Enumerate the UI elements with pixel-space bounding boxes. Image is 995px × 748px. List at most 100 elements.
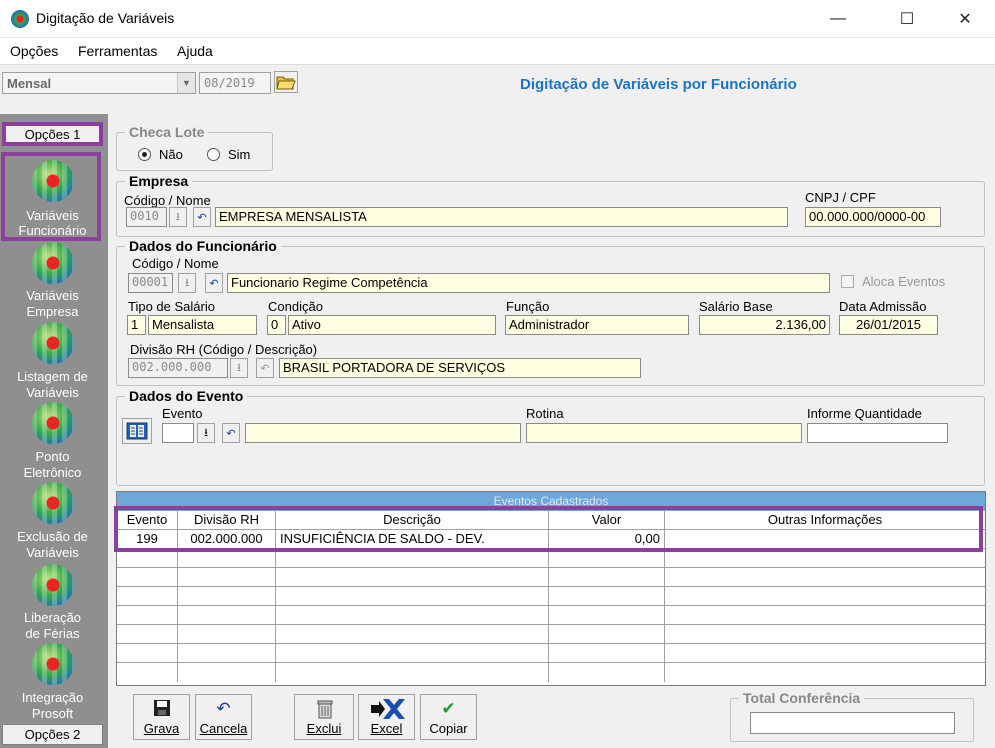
sidebar-item-exclusao-variaveis[interactable]: Exclusão de Variáveis [0,478,105,560]
excel-label: Excel [370,721,403,736]
lookup-button[interactable] [122,418,152,444]
total-conferencia-legend: Total Conferência [743,690,861,706]
radio-sim[interactable] [207,148,220,161]
grava-label: Grava [143,721,180,736]
maximize-button[interactable]: ☐ [884,0,930,38]
admissao-field[interactable]: 26/01/2015 [839,315,938,335]
sidebar-item-label: de Férias [25,626,80,641]
admissao-label: Data Admissão [839,299,927,314]
divisao-label: Divisão RH (Código / Descrição) [130,342,318,357]
condicao-field[interactable]: Ativo [288,315,496,335]
evento-label: Evento [162,406,203,421]
empresa-code-label: Código / Nome [124,193,211,208]
sidebar-item-label: Variáveis [26,545,79,560]
sidebar-item-label: Variáveis [26,208,79,223]
exclui-button[interactable]: Exclui [294,694,354,740]
cnpj-field[interactable]: 00.000.000/0000-00 [805,207,941,227]
aloca-eventos-label: Aloca Eventos [862,274,946,289]
chevron-down-icon[interactable]: ▼ [177,73,195,93]
globe-icon [32,402,74,444]
sidebar-item-label: Variáveis [26,288,79,303]
funcao-label: Função [506,299,550,314]
save-icon [154,700,170,716]
funcionario-code-label: Código / Nome [132,256,219,271]
globe-icon [32,322,74,364]
quantidade-label: Informe Quantidade [807,406,922,421]
copiar-label: Copiar [429,721,468,736]
cancela-button[interactable]: ↶ Cancela [195,694,252,740]
sidebar-item-label: Ponto [35,449,70,464]
app-icon [11,10,29,28]
menu-ferramentas[interactable]: Ferramentas [78,43,157,59]
menu-opcoes[interactable]: Opções [10,43,58,59]
sidebar-item-listagem-variaveis[interactable]: Listagem de Variáveis [0,318,105,400]
sidebar-item-liberacao-ferias[interactable]: Liberação de Férias [0,560,105,641]
options-2-tab[interactable]: Opções 2 [2,724,103,745]
sidebar-item-label: Exclusão de [17,529,88,544]
download-icon[interactable]: ⭳ [197,423,215,443]
empresa-legend: Empresa [129,173,189,189]
condicao-code[interactable]: 0 [267,315,286,335]
exclui-label: Exclui [306,721,342,736]
evento-code-field[interactable] [162,423,194,443]
sidebar-item-label: Empresa [26,304,79,319]
cancela-label: Cancela [199,721,248,736]
sidebar-item-variaveis-empresa[interactable]: Variáveis Empresa [0,238,105,319]
window-title: Digitação de Variáveis [36,10,175,26]
copiar-button[interactable]: ✔ Copiar [420,694,477,740]
rotina-label: Rotina [526,406,564,421]
total-conferencia-field[interactable] [750,712,955,734]
funcionario-code-field[interactable]: 00001 [128,273,173,293]
close-button[interactable]: ✕ [942,0,988,38]
open-folder-button[interactable] [274,71,298,93]
divisao-field[interactable]: BRASIL PORTADORA DE SERVIÇOS [279,358,641,378]
sidebar-item-label: Funcionário [18,223,87,238]
globe-icon [32,482,74,524]
tipo-salario-label: Tipo de Salário [128,299,215,314]
funcao-field[interactable]: Administrador [505,315,689,335]
sidebar-item-ponto-eletronico[interactable]: Ponto Eletrônico [0,398,105,480]
date-field[interactable]: 08/2019 [199,72,271,94]
sidebar-item-variaveis-funcionario[interactable]: Variáveis Funcionário [0,156,105,238]
undo-icon[interactable]: ↶ [222,423,240,443]
grid-highlight [114,506,983,552]
evento-desc-field[interactable] [245,423,521,443]
download-icon[interactable]: ⭳ [169,207,187,227]
funcionario-name-field[interactable]: Funcionario Regime Competência [227,273,830,293]
check-icon: ✔ [441,699,456,718]
menu-ajuda[interactable]: Ajuda [177,43,213,59]
rotina-field[interactable] [526,423,802,443]
empresa-code-field[interactable]: 0010 [126,207,167,227]
sidebar-item-integracao-prosoft[interactable]: Integração Prosoft [0,640,105,721]
page-title: Digitação de Variáveis por Funcionário [520,76,797,93]
grava-button[interactable]: Grava [133,694,190,740]
quantidade-field[interactable] [807,423,948,443]
sidebar-item-label: Prosoft [31,706,74,721]
salario-label: Salário Base [699,299,773,314]
undo-icon[interactable]: ↶ [205,273,223,293]
empresa-group: Empresa [116,173,985,237]
radio-sim-label: Sim [228,147,251,162]
divisao-code-field[interactable]: 002.000.000 [128,358,228,378]
tipo-salario-field[interactable]: Mensalista [148,315,257,335]
excel-icon [371,699,405,719]
globe-icon [32,242,74,284]
period-select[interactable]: Mensal ▼ [2,72,196,94]
excel-button[interactable]: Excel [358,694,415,740]
salario-field[interactable]: 2.136,00 [699,315,830,335]
aloca-eventos-checkbox[interactable] [841,275,854,288]
empresa-name-field[interactable]: EMPRESA MENSALISTA [215,207,788,227]
checa-lote-legend: Checa Lote [129,124,205,140]
sidebar-item-label: Integração [21,690,84,705]
download-icon[interactable]: ⭳ [230,358,248,378]
minimize-button[interactable]: — [815,0,861,38]
book-icon [126,422,148,440]
undo-icon[interactable]: ↶ [193,207,211,227]
sidebar-item-label: Listagem de [17,369,88,384]
download-icon[interactable]: ⭳ [178,273,196,293]
tipo-salario-code[interactable]: 1 [127,315,146,335]
title-bar: Digitação de Variáveis — ☐ ✕ [0,0,995,38]
undo-icon[interactable]: ↶ [256,358,274,378]
radio-nao[interactable] [138,148,151,161]
options-1-tab[interactable]: Opções 1 [2,122,103,146]
